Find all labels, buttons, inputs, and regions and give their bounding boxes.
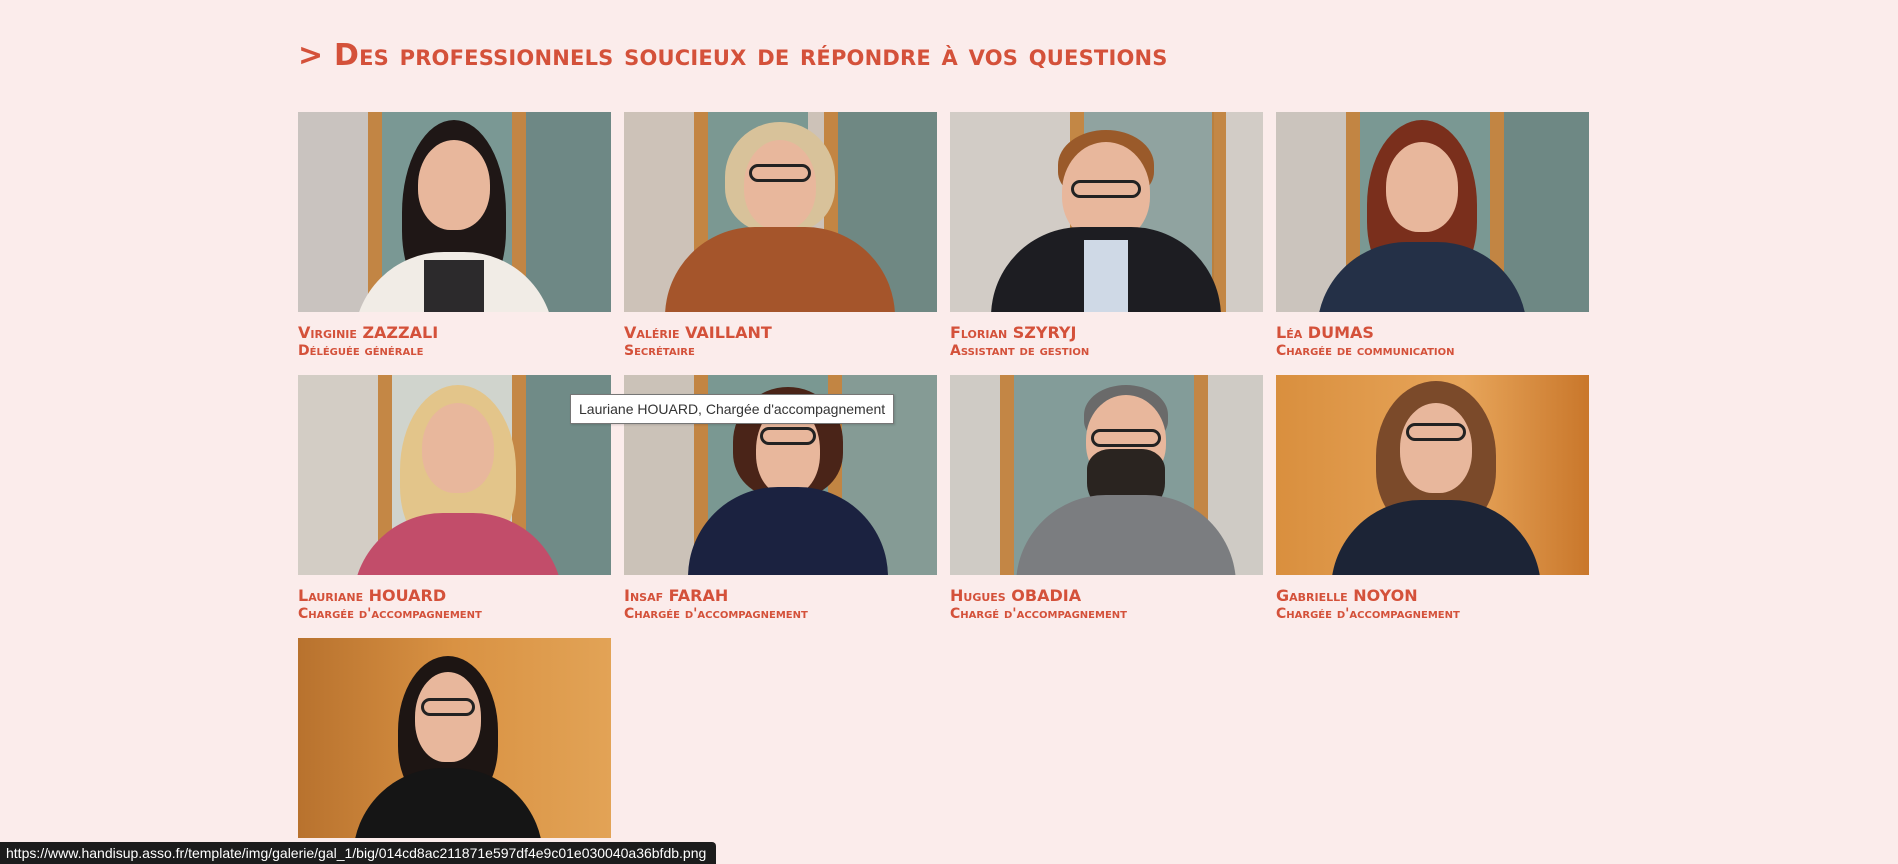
- member-name: Gabrielle NOYON: [1276, 586, 1418, 605]
- team-card: Hugues OBADIA Chargé d'accompagnement: [950, 375, 1263, 624]
- member-role: Chargé d'accompagnement: [950, 606, 1127, 622]
- team-card: Valérie VAILLANT Secrétaire: [624, 112, 937, 361]
- member-name: Hugues OBADIA: [950, 586, 1082, 605]
- team-card: Léa DUMAS Chargée de communication: [1276, 112, 1589, 361]
- team-card: Gabrielle NOYON Chargée d'accompagnement: [1276, 375, 1589, 624]
- member-role: Assistant de gestion: [950, 343, 1090, 359]
- member-role: Chargée d'accompagnement: [1276, 606, 1460, 622]
- section-title: > Des professionnels soucieux de répondr…: [298, 38, 1168, 73]
- member-role: Déléguée générale: [298, 343, 424, 359]
- browser-status-url: https://www.handisup.asso.fr/template/im…: [0, 842, 717, 864]
- member-name: Florian SZYRYJ: [950, 323, 1077, 342]
- team-card: Florian SZYRYJ Assistant de gestion: [950, 112, 1263, 361]
- portrait-photo-gabrielle[interactable]: [1276, 375, 1589, 575]
- team-card: [298, 638, 611, 849]
- member-role: Chargée de communication: [1276, 343, 1455, 359]
- member-role: Chargée d'accompagnement: [298, 606, 482, 622]
- portrait-photo-valerie[interactable]: [624, 112, 937, 312]
- team-card: Lauriane HOUARD Chargée d'accompagnement: [298, 375, 611, 624]
- portrait-photo-virginie[interactable]: [298, 112, 611, 312]
- portrait-photo-9[interactable]: [298, 638, 611, 838]
- member-name: Léa DUMAS: [1276, 323, 1374, 342]
- member-role: Secrétaire: [624, 343, 695, 359]
- image-tooltip: Lauriane HOUARD, Chargée d'accompagnemen…: [570, 394, 895, 424]
- member-name: Lauriane HOUARD: [298, 586, 447, 605]
- member-name: Insaf FARAH: [624, 586, 729, 605]
- member-name: Virginie ZAZZALI: [298, 323, 439, 342]
- page: > Des professionnels soucieux de répondr…: [0, 0, 1898, 864]
- team-card: Virginie ZAZZALI Déléguée générale: [298, 112, 611, 361]
- portrait-photo-hugues[interactable]: [950, 375, 1263, 575]
- portrait-photo-florian[interactable]: [950, 112, 1263, 312]
- member-role: Chargée d'accompagnement: [624, 606, 808, 622]
- portrait-photo-lauriane[interactable]: [298, 375, 611, 575]
- member-name: Valérie VAILLANT: [624, 323, 772, 342]
- portrait-photo-lea[interactable]: [1276, 112, 1589, 312]
